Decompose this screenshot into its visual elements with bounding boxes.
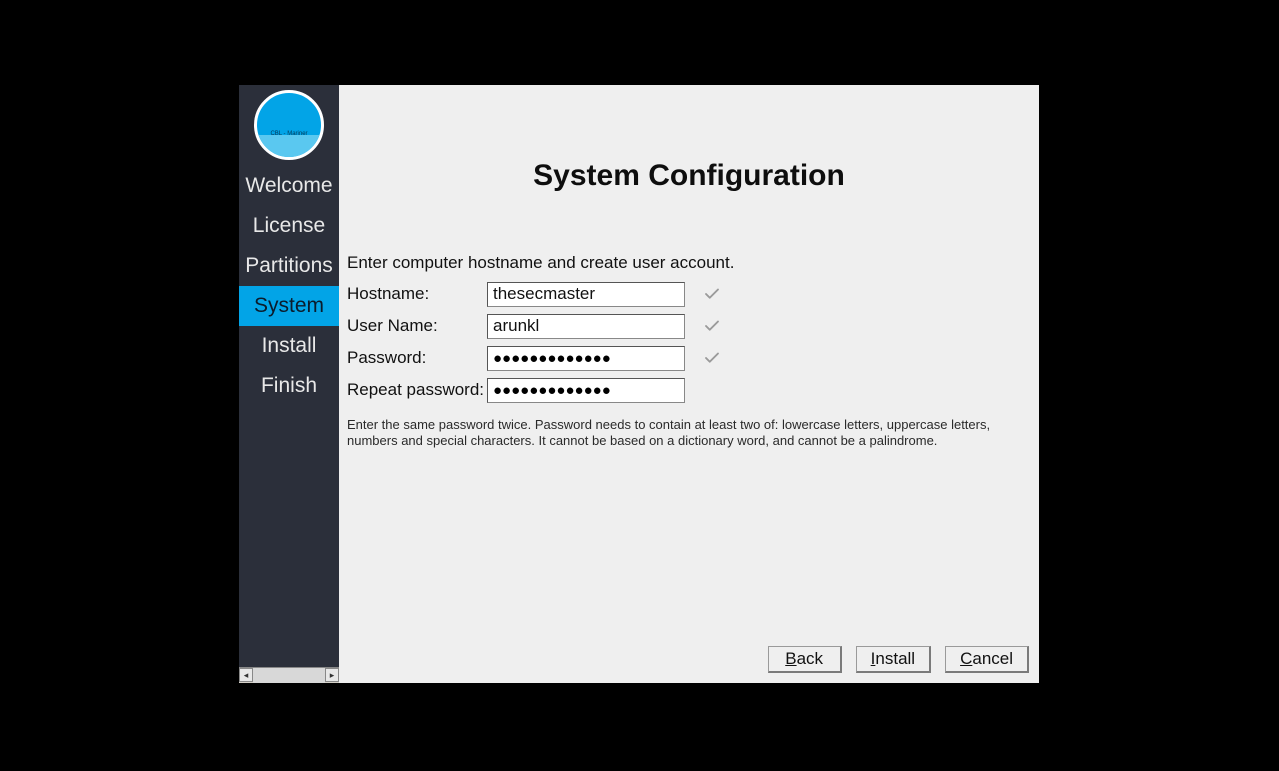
install-button[interactable]: Install bbox=[856, 646, 931, 673]
hostname-input[interactable] bbox=[487, 282, 685, 307]
username-label: User Name: bbox=[347, 316, 487, 336]
installer-window: CBL - Mariner Welcome License Partitions… bbox=[239, 85, 1039, 683]
sidebar-scrollbar[interactable]: ◂ ▸ bbox=[239, 667, 339, 683]
hostname-label: Hostname: bbox=[347, 284, 487, 304]
scroll-track[interactable] bbox=[253, 668, 325, 683]
main-panel: System Configuration Enter computer host… bbox=[339, 85, 1039, 683]
check-icon bbox=[703, 285, 721, 303]
sidebar-item-partitions[interactable]: Partitions bbox=[239, 246, 339, 286]
sidebar-item-install[interactable]: Install bbox=[239, 326, 339, 366]
username-input[interactable] bbox=[487, 314, 685, 339]
scroll-right-icon[interactable]: ▸ bbox=[325, 668, 339, 682]
sidebar-item-finish[interactable]: Finish bbox=[239, 366, 339, 406]
scroll-left-icon[interactable]: ◂ bbox=[239, 668, 253, 682]
sidebar: CBL - Mariner Welcome License Partitions… bbox=[239, 85, 339, 667]
repeat-password-label: Repeat password: bbox=[347, 380, 487, 400]
hostname-row: Hostname: bbox=[347, 281, 1031, 307]
password-label: Password: bbox=[347, 348, 487, 368]
instruction-text: Enter computer hostname and create user … bbox=[347, 253, 1031, 273]
page-title: System Configuration bbox=[347, 159, 1031, 193]
check-icon bbox=[703, 349, 721, 367]
sidebar-item-license[interactable]: License bbox=[239, 206, 339, 246]
username-row: User Name: bbox=[347, 313, 1031, 339]
logo-text: CBL - Mariner bbox=[257, 131, 321, 137]
button-bar: Back Install Cancel bbox=[768, 646, 1029, 673]
sidebar-item-system[interactable]: System bbox=[239, 286, 339, 326]
logo: CBL - Mariner bbox=[254, 90, 324, 160]
password-input[interactable]: ●●●●●●●●●●●●● bbox=[487, 346, 685, 371]
back-button[interactable]: Back bbox=[768, 646, 842, 673]
repeat-password-row: Repeat password: ●●●●●●●●●●●●● bbox=[347, 377, 1031, 403]
password-hint: Enter the same password twice. Password … bbox=[347, 417, 1027, 450]
repeat-password-input[interactable]: ●●●●●●●●●●●●● bbox=[487, 378, 685, 403]
cancel-button[interactable]: Cancel bbox=[945, 646, 1029, 673]
sidebar-item-welcome[interactable]: Welcome bbox=[239, 166, 339, 206]
check-icon bbox=[703, 317, 721, 335]
password-row: Password: ●●●●●●●●●●●●● bbox=[347, 345, 1031, 371]
